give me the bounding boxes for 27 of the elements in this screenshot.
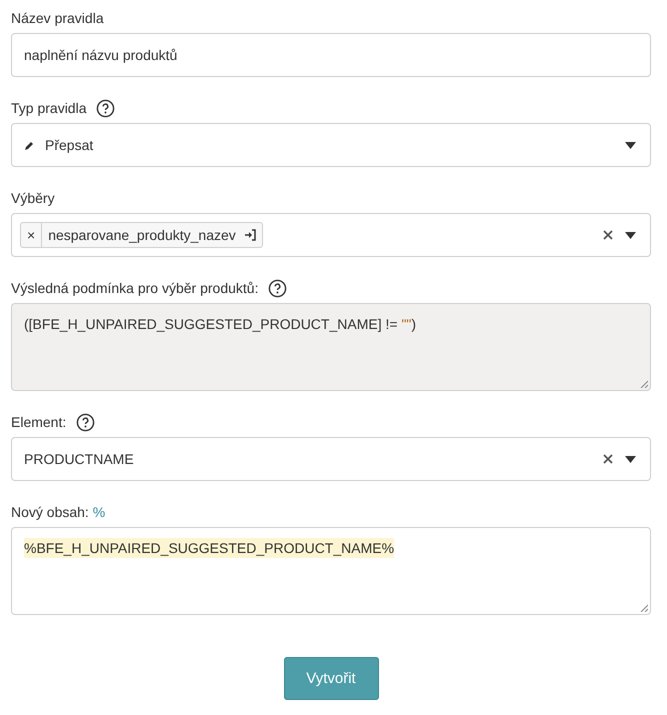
sign-in-icon[interactable]	[244, 229, 256, 241]
condition-textarea[interactable]: ([BFE_H_UNPAIRED_SUGGESTED_PRODUCT_NAME] != "")	[11, 303, 651, 391]
selection-tag[interactable]: × nesparovane_produkty_nazev	[20, 222, 263, 248]
pencil-icon	[24, 140, 35, 150]
select-field[interactable]: PRODUCTNAME	[11, 437, 651, 481]
select-field[interactable]: Přepsat	[11, 123, 651, 167]
dropdown-caret-icon[interactable]	[625, 456, 636, 462]
field-label: Výběry	[11, 190, 55, 206]
name-input-field[interactable]: naplnění názvu produktů	[11, 33, 651, 77]
field-label: Typ pravidla	[11, 100, 86, 116]
field-label: Nový obsah: %	[11, 504, 106, 520]
resize-handle-icon[interactable]	[640, 604, 648, 612]
clear-icon[interactable]	[603, 454, 613, 464]
field-label: Element:	[11, 414, 66, 430]
help-icon[interactable]	[268, 278, 288, 298]
resize-handle-icon[interactable]	[640, 380, 648, 388]
tag-remove-button[interactable]: ×	[21, 223, 42, 247]
help-icon[interactable]	[76, 412, 96, 432]
clear-icon[interactable]	[603, 230, 613, 240]
content-textarea[interactable]: %BFE_H_UNPAIRED_SUGGESTED_PRODUCT_NAME%	[11, 527, 651, 615]
help-icon[interactable]	[96, 98, 116, 118]
field-label: Výsledná podmínka pro výběr produktů:	[11, 280, 258, 296]
multi-select-field[interactable]: × nesparovane_produkty_nazev	[11, 213, 651, 257]
field-label: Název pravidla	[11, 10, 104, 26]
dropdown-caret-icon[interactable]	[625, 232, 636, 238]
dropdown-caret-icon[interactable]	[625, 142, 636, 148]
tag-label: nesparovane_produkty_nazev	[48, 227, 236, 243]
